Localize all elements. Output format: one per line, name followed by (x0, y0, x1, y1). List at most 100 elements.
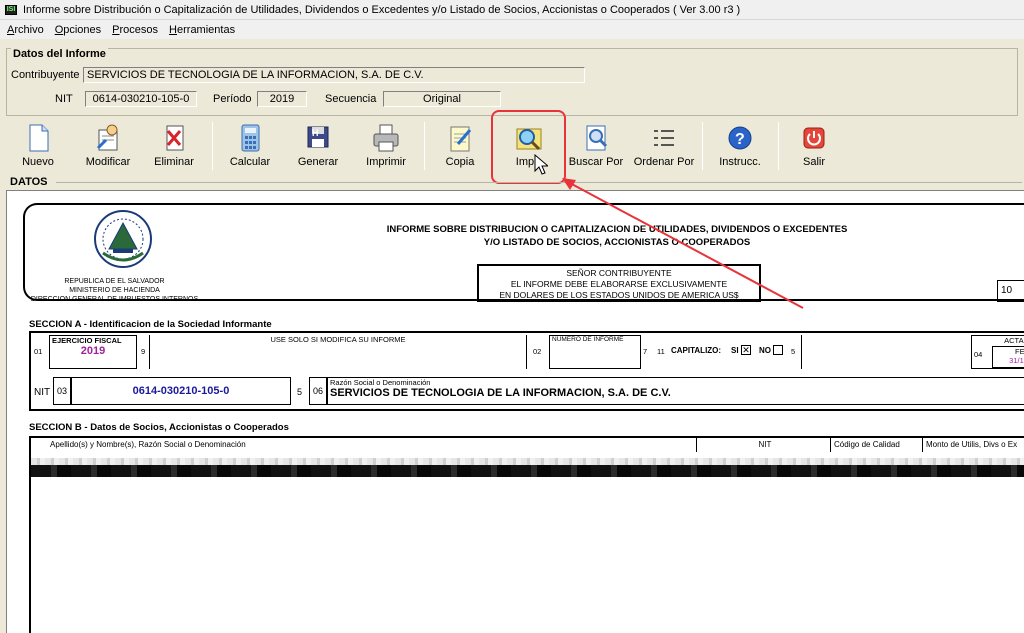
salir-label: Salir (802, 156, 825, 168)
razon-label: Razón Social o Denominación (330, 378, 431, 387)
nit-label: NIT (55, 93, 73, 105)
menu-archivo[interactable]: Archivo (4, 24, 52, 36)
contribuyente-label: Contribuyente (11, 69, 80, 81)
fec-label: FEC (1015, 347, 1024, 356)
box-10: 10 (997, 280, 1024, 302)
divider (801, 335, 802, 369)
national-seal-icon (87, 209, 159, 271)
copia-label: Copia (445, 156, 475, 168)
notice-line-3: EN DOLARES DE LOS ESTADOS UNIDOS DE AMER… (499, 290, 739, 300)
numero-informe-cell[interactable]: NÚMERO DE INFORME (549, 335, 641, 369)
ordenar-por-button[interactable]: Ordenar Por (632, 118, 696, 174)
fecha-cell[interactable]: FEC 31/12/ (992, 346, 1024, 368)
new-document-icon (22, 122, 54, 154)
num-01: 01 (34, 347, 43, 356)
periodo-label: Período (213, 93, 252, 105)
generar-label: Generar (297, 156, 339, 168)
buscar-por-label: Buscar Por (568, 156, 624, 168)
mouse-cursor-icon (534, 154, 548, 175)
table-row-selected[interactable] (31, 465, 1024, 477)
nit-field[interactable]: 0614-030210-105-0 (85, 91, 197, 107)
section-a: 01 EJERCICIO FISCAL 2019 9 USE SOLO SI M… (29, 331, 1024, 411)
si-label: SI (731, 346, 739, 355)
ordenar-por-label: Ordenar Por (633, 156, 695, 168)
num-5: 5 (297, 387, 303, 397)
section-b-header: Apellido(s) y Nombre(s), Razón Social o … (31, 438, 1024, 452)
no-label: NO (759, 346, 771, 355)
menu-herramientas[interactable]: Herramientas (166, 24, 243, 36)
edit-document-icon (92, 122, 124, 154)
calcular-button[interactable]: Calcular (218, 118, 282, 174)
num-04: 04 (974, 350, 983, 359)
razon-social-cell[interactable]: Razón Social o Denominación SERVICIOS DE… (327, 377, 1024, 405)
use-solo-cell: USE SOLO SI MODIFICA SU INFORME (149, 335, 527, 369)
printer-icon (370, 122, 402, 154)
buscar-por-button[interactable]: Buscar Por (564, 118, 628, 174)
secuencia-field[interactable]: Original (383, 91, 501, 107)
nit-form-cell[interactable]: 0614-030210-105-0 (71, 377, 291, 405)
generar-button[interactable]: H Generar (286, 118, 350, 174)
modificar-button[interactable]: Modificar (76, 118, 140, 174)
secuencia-label: Secuencia (325, 93, 377, 105)
num-03: 03 (53, 377, 71, 405)
org-line-1: REPUBLICA DE EL SALVADOR (64, 278, 165, 285)
nit-form-value: 0614-030210-105-0 (132, 385, 230, 397)
no-checkbox[interactable] (773, 345, 783, 355)
instrucc-button[interactable]: ? Instrucc. (708, 118, 772, 174)
num-11: 11 (657, 347, 665, 356)
salir-button[interactable]: Salir (782, 118, 846, 174)
nit-row-label: NIT (34, 387, 51, 398)
section-b: Apellido(s) y Nombre(s), Razón Social o … (29, 436, 1024, 633)
notice-box: SEÑOR CONTRIBUYENTE EL INFORME DEBE ELAB… (477, 264, 761, 302)
svg-text:H: H (312, 128, 319, 138)
contribuyente-field[interactable]: SERVICIOS DE TECNOLOGIA DE LA INFORMACIO… (83, 67, 585, 83)
form-title: INFORME SOBRE DISTRIBUCION O CAPITALIZAC… (367, 223, 867, 249)
num-02: 02 (533, 347, 542, 356)
calculator-icon (234, 122, 266, 154)
ejercicio-value[interactable]: 2019 (50, 345, 136, 357)
col-nit: NIT (697, 438, 831, 452)
eliminar-label: Eliminar (154, 156, 194, 168)
import-highlight (491, 110, 566, 184)
app-icon: ISI (5, 4, 17, 15)
floppy-disk-icon: H (302, 122, 334, 154)
org-line-3: DIRECCION GENERAL DE IMPUESTOS INTERNOS (30, 296, 199, 303)
periodo-field[interactable]: 2019 (257, 91, 307, 107)
fec-value: 31/12/ (1009, 356, 1024, 365)
power-icon (798, 122, 830, 154)
datos-informe-legend: Datos del Informe (11, 48, 108, 60)
use-solo-label: USE SOLO SI MODIFICA SU INFORME (270, 335, 406, 344)
notice-line-1: SEÑOR CONTRIBUYENTE (566, 268, 672, 278)
org-line-2: MINISTERIO DE HACIENDA (69, 287, 160, 294)
razon-value: SERVICIOS DE TECNOLOGIA DE LA INFORMACIO… (330, 387, 671, 399)
datos-divider (56, 182, 1022, 183)
menu-procesos[interactable]: Procesos (109, 24, 166, 36)
title-bar: ISI Informe sobre Distribución o Capital… (0, 0, 1024, 20)
si-checkbox[interactable]: ✕ (741, 345, 751, 355)
section-a-title: SECCION A - Identificacion de la Socieda… (29, 319, 272, 330)
menu-opciones[interactable]: Opciones (52, 24, 109, 36)
eliminar-button[interactable]: Eliminar (142, 118, 206, 174)
section-b-title: SECCION B - Datos de Socios, Accionistas… (29, 422, 289, 433)
datos-informe-group: Datos del Informe Contribuyente SERVICIO… (6, 48, 1018, 116)
col-nombre: Apellido(s) y Nombre(s), Razón Social o … (47, 438, 697, 452)
nuevo-button[interactable]: Nuevo (6, 118, 70, 174)
num-05: 5 (791, 347, 796, 356)
notice-line-2: EL INFORME DEBE ELABORARSE EXCLUSIVAMENT… (510, 279, 728, 289)
svg-text:?: ? (735, 131, 745, 148)
imprimir-label: Imprimir (366, 156, 406, 168)
col-monto: Monto de Utilis, Divs o Ex (926, 440, 1018, 449)
acta-cell: ACTA J 04 FEC 31/12/ (971, 335, 1024, 369)
ejercicio-label: EJERCICIO FISCAL (52, 336, 122, 345)
imprimir-button[interactable]: Imprimir (354, 118, 418, 174)
copia-button[interactable]: Copia (428, 118, 492, 174)
form-document: REPUBLICA DE EL SALVADOR MINISTERIO DE H… (6, 190, 1024, 633)
nuevo-label: Nuevo (22, 156, 54, 168)
num-07: 7 (643, 347, 648, 356)
form-title-line2: Y/O LISTADO DE SOCIOS, ACCIONISTAS O COO… (483, 237, 751, 248)
menu-bar: Archivo Opciones Procesos Herramientas (0, 20, 1024, 39)
acta-label: ACTA J (1004, 336, 1024, 345)
col-codigo: Código de Calidad (831, 438, 923, 452)
num-06: 06 (309, 377, 327, 405)
notepad-icon (444, 122, 476, 154)
